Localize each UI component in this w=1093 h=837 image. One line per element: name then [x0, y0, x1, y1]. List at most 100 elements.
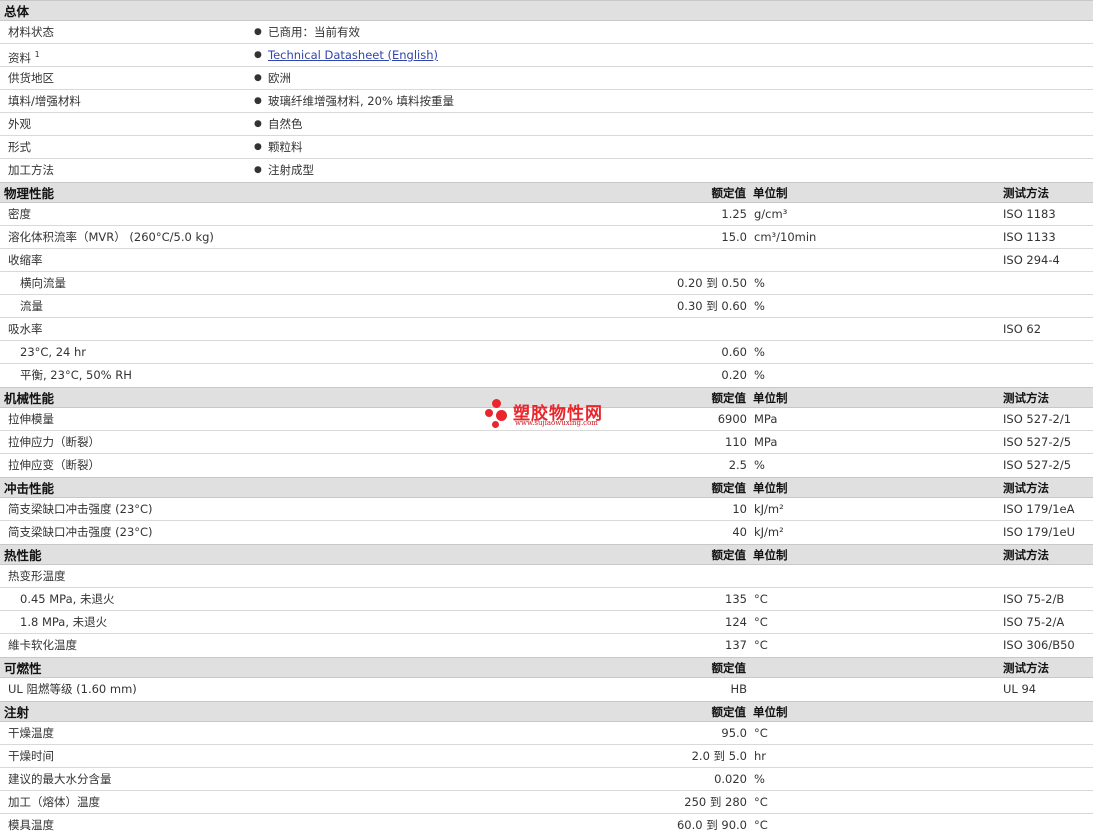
column-header-unit: 单位制 [753, 481, 788, 495]
property-unit: kJ/m² [754, 502, 784, 516]
logo-dot-icon [485, 409, 493, 417]
column-header-test: 测试方法 [1003, 391, 1049, 405]
property-label: 简支梁缺口冲击强度 (23°C) [8, 502, 153, 516]
property-unit: hr [754, 749, 767, 763]
property-label: 拉伸应力（断裂） [8, 435, 100, 449]
column-header-unit: 单位制 [753, 548, 788, 562]
property-value: 124 [725, 615, 747, 629]
property-value: 2.5 [728, 458, 747, 472]
property-label: 密度 [8, 207, 31, 221]
column-header-value: 额定值 [711, 661, 747, 675]
property-label: 外观 [8, 113, 31, 135]
test-method: ISO 179/1eU [1003, 525, 1076, 539]
test-method: ISO 527-2/1 [1003, 412, 1072, 426]
property-row: UL 阻燃等级 (1.60 mm) HB UL 94 [0, 678, 1093, 701]
bullet-icon: ● [254, 27, 262, 37]
property-label: 收缩率 [8, 253, 43, 267]
watermark-logo: 塑胶物性网 www.sujiaowuxing.com [484, 397, 614, 431]
property-label: 干燥时间 [8, 749, 54, 763]
test-method: ISO 62 [1003, 322, 1042, 336]
bullet-icon: ● [254, 50, 262, 60]
property-row: 拉伸应变（断裂） 2.5% ISO 527-2/5 [0, 454, 1093, 477]
property-unit: °C [754, 795, 768, 809]
property-label: 形式 [8, 136, 31, 158]
logo-dot-icon [496, 410, 507, 421]
property-row: 收缩率 ISO 294-4 [0, 249, 1093, 272]
property-value: 欧洲 [268, 71, 291, 85]
property-unit: % [754, 276, 765, 290]
section-title: 机械性能 [4, 391, 55, 406]
property-row: 模具温度 60.0 到 90.0 °C [0, 814, 1093, 837]
property-row: 简支梁缺口冲击强度 (23°C) 10 kJ/m² ISO 179/1eA [0, 498, 1093, 521]
property-label-text: 填料/增强材料 [8, 94, 81, 108]
column-header-value: 额定值 [711, 391, 747, 405]
property-label: 简支梁缺口冲击强度 (23°C) [8, 525, 153, 539]
property-label: 拉伸应变（断裂） [8, 458, 100, 472]
column-header-test: 测试方法 [1003, 186, 1049, 200]
property-unit: MPa [754, 412, 778, 426]
test-method: ISO 75-2/B [1003, 592, 1065, 606]
test-method: UL 94 [1003, 682, 1037, 696]
property-label: 1.8 MPa, 未退火 [20, 615, 108, 629]
property-unit: cm³/10min [754, 230, 817, 244]
property-value: 40 [732, 525, 747, 539]
column-header-test: 测试方法 [1003, 481, 1049, 495]
logo-dot-icon [492, 399, 501, 408]
property-value: 2.0 到 5.0 [691, 749, 747, 763]
property-row: 23°C, 24 hr 0.60% [0, 341, 1093, 364]
property-row: 溶化体积流率（MVR） (260°C/5.0 kg) 15.0 cm³/10min I… [0, 226, 1093, 249]
property-unit: % [754, 299, 765, 313]
bullet-icon: ● [254, 96, 262, 106]
bullet-icon: ● [254, 119, 262, 129]
property-label: 干燥温度 [8, 726, 54, 740]
bullet-icon: ● [254, 165, 262, 175]
property-unit: % [754, 772, 765, 786]
property-label: 0.45 MPa, 未退火 [20, 592, 115, 606]
property-value: 0.60 [721, 345, 747, 359]
test-method: ISO 306/B50 [1003, 638, 1075, 652]
column-header-test: 测试方法 [1003, 548, 1049, 562]
section-title: 物理性能 [4, 186, 55, 201]
test-method: ISO 75-2/A [1003, 615, 1065, 629]
section-header: 物理性能 额定值 单位制 测试方法 [0, 182, 1093, 203]
test-method: ISO 527-2/5 [1003, 458, 1072, 472]
section-title: 冲击性能 [4, 481, 55, 496]
property-label-text: 加工方法 [8, 163, 54, 177]
property-unit: °C [754, 818, 768, 832]
test-method: ISO 294-4 [1003, 253, 1060, 267]
property-row: 热变形温度 [0, 565, 1093, 588]
bullet-icon: ● [254, 73, 262, 83]
section-header: 注射 额定值 单位制 [0, 701, 1093, 722]
property-row: 吸水率 ISO 62 [0, 318, 1093, 341]
section-header: 冲击性能 额定值 单位制 测试方法 [0, 477, 1093, 498]
property-label: 溶化体积流率（MVR） (260°C/5.0 kg) [8, 230, 214, 244]
property-label: 維卡软化温度 [8, 638, 77, 652]
property-unit: °C [754, 638, 768, 652]
property-label: 建议的最大水分含量 [8, 772, 112, 786]
property-unit: g/cm³ [754, 207, 788, 221]
property-row: 干燥温度 95.0 °C [0, 722, 1093, 745]
property-value: 137 [725, 638, 747, 652]
column-header-value: 额定值 [711, 705, 747, 719]
property-value: 颗粒料 [268, 140, 303, 154]
property-unit: % [754, 345, 765, 359]
property-row: 简支梁缺口冲击强度 (23°C) 40 kJ/m² ISO 179/1eU [0, 521, 1093, 544]
property-value: 0.20 到 0.50 [676, 276, 747, 290]
property-label: 模具温度 [8, 818, 54, 832]
column-header-test: 测试方法 [1003, 661, 1049, 675]
property-row: 建议的最大水分含量 0.020% [0, 768, 1093, 791]
property-row: 維卡软化温度 137 °C ISO 306/B50 [0, 634, 1093, 657]
property-label: 材料状态 [8, 21, 54, 43]
property-label-text: 形式 [8, 140, 31, 154]
property-label: 加工（熔体）温度 [8, 795, 100, 809]
property-value: 15.0 [721, 230, 747, 244]
property-value: 60.0 到 90.0 [676, 818, 747, 832]
datasheet-link[interactable]: Technical Datasheet (English) [268, 48, 438, 62]
property-unit: °C [754, 592, 768, 606]
property-unit: % [754, 458, 765, 472]
property-row: 密度 1.25 g/cm³ ISO 1183 [0, 203, 1093, 226]
property-value: 250 到 280 [684, 795, 747, 809]
column-header-unit: 单位制 [753, 705, 788, 719]
property-value: 135 [725, 592, 747, 606]
property-unit: °C [754, 615, 768, 629]
